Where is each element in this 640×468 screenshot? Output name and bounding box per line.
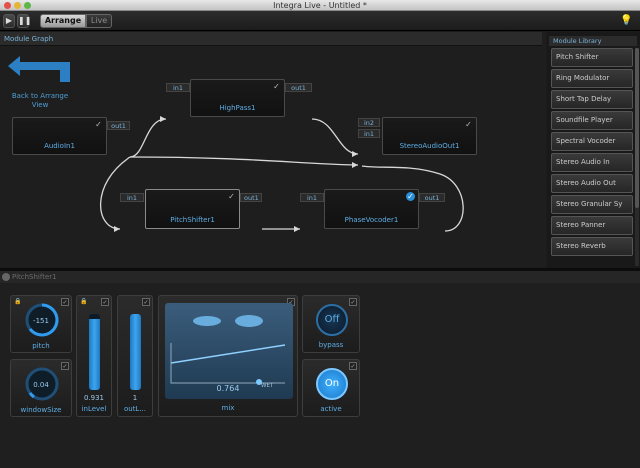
port-phase-out[interactable]: out1 — [419, 193, 445, 202]
pitch-value: -151 — [33, 317, 49, 325]
library-item[interactable]: Soundfile Player — [551, 111, 633, 130]
module-check-icon[interactable]: ✓ — [94, 120, 103, 129]
library-item[interactable]: Stereo Reverb — [551, 237, 633, 256]
module-name: PhaseVocoder1 — [344, 216, 399, 224]
port-phase-in[interactable]: in1 — [300, 193, 324, 202]
module-check-icon[interactable]: ✓ — [272, 82, 281, 91]
library-item[interactable]: Short Tap Delay — [551, 90, 633, 109]
play-button[interactable]: ▶ — [3, 14, 15, 28]
lightbulb-icon: 💡 — [620, 15, 633, 26]
windowsize-value: 0.04 — [33, 381, 49, 389]
widget-check-icon[interactable]: ✓ — [349, 298, 357, 306]
app-window: Integra Live - Untitled * ▶ ❚❚ Arrange L… — [0, 0, 640, 468]
mix-value: 0.764 — [216, 384, 240, 393]
port-highpass-out[interactable]: out1 — [285, 83, 312, 92]
lightbulb-button[interactable]: 💡 — [620, 15, 632, 27]
pause-button[interactable]: ❚❚ — [17, 14, 32, 28]
port-pitch-out[interactable]: out1 — [240, 193, 262, 202]
module-pitchshifter[interactable]: ✓ PitchShifter1 — [145, 189, 240, 229]
outlevel-fill — [130, 314, 141, 390]
collapse-icon[interactable] — [2, 273, 10, 281]
module-graph: Module Graph Back to Arrange View ✓ Audi… — [0, 32, 546, 268]
widget-check-icon[interactable]: ✓ — [61, 362, 69, 370]
module-check-icon[interactable]: ✓ — [464, 120, 473, 129]
port-stereo-in2[interactable]: in2 — [358, 118, 380, 127]
outlevel-slider[interactable] — [130, 314, 141, 390]
inlevel-label: inLevel — [81, 405, 107, 413]
library-item[interactable]: Pitch Shifter — [551, 48, 633, 67]
outlevel-label: outL... — [123, 405, 147, 413]
library-item[interactable]: Stereo Panner — [551, 216, 633, 235]
library-item[interactable]: Stereo Audio In — [551, 153, 633, 172]
module-library-header: Module Library — [549, 36, 637, 46]
module-name: HighPass1 — [219, 104, 256, 112]
port-audioin-out[interactable]: out1 — [107, 121, 130, 130]
inlevel-widget: 🔒 ✓ 0.931 inLevel — [76, 295, 112, 417]
arrange-view-button[interactable]: Arrange — [40, 14, 86, 28]
module-name: StereoAudioOut1 — [399, 142, 460, 150]
bypass-label: bypass — [318, 341, 344, 349]
library-item[interactable]: Stereo Audio Out — [551, 174, 633, 193]
port-pitch-in[interactable]: in1 — [120, 193, 144, 202]
active-widget: ✓ On active — [302, 359, 360, 417]
widget-check-icon[interactable]: ✓ — [101, 298, 109, 306]
toolbar: ▶ ❚❚ Arrange Live 💡 — [0, 11, 640, 31]
inlevel-slider[interactable] — [89, 314, 100, 390]
lock-icon[interactable]: 🔒 — [80, 298, 87, 305]
port-highpass-in[interactable]: in1 — [166, 83, 190, 92]
pitch-widget: 🔒 ✓ -151 pitch — [10, 295, 72, 353]
library-item[interactable]: Stereo Granular Sy — [551, 195, 633, 214]
module-stereoaudioout[interactable]: ✓ StereoAudioOut1 — [382, 117, 477, 155]
widget-check-icon[interactable]: ✓ — [142, 298, 150, 306]
inlevel-value: 0.931 — [83, 394, 105, 402]
windowsize-label: windowSize — [20, 406, 62, 414]
library-item[interactable]: Spectral Vocoder — [551, 132, 633, 151]
library-scrollbar[interactable] — [635, 48, 639, 266]
mix-widget: ✓ WET 0.764 mix — [158, 295, 298, 417]
module-audioin[interactable]: ✓ AudioIn1 — [12, 117, 107, 155]
module-phasevocoder[interactable]: ✓ PhaseVocoder1 — [324, 189, 419, 229]
pause-icon: ❚❚ — [18, 16, 32, 25]
outlevel-widget: ✓ 1 outL... — [117, 295, 153, 417]
library-item[interactable]: Ring Modulator — [551, 69, 633, 88]
bypass-widget: ✓ Off bypass — [302, 295, 360, 353]
title-bar: Integra Live - Untitled * — [0, 0, 640, 11]
play-icon: ▶ — [5, 16, 13, 25]
port-stereo-in1[interactable]: in1 — [358, 129, 380, 138]
module-check-icon[interactable]: ✓ — [227, 192, 236, 201]
window-title: Integra Live - Untitled * — [273, 1, 367, 10]
active-toggle[interactable]: On — [316, 368, 348, 400]
properties-title: PitchShifter1 — [12, 273, 57, 281]
module-library: Module Library Pitch Shifter Ring Modula… — [547, 32, 640, 268]
outlevel-value: 1 — [132, 394, 138, 402]
library-scroll-thumb[interactable] — [635, 48, 639, 208]
live-view-button[interactable]: Live — [86, 14, 112, 28]
widget-check-icon[interactable]: ✓ — [349, 362, 357, 370]
windowsize-widget: ✓ 0.04 windowSize — [10, 359, 72, 417]
bypass-toggle[interactable]: Off — [316, 304, 348, 336]
active-label: active — [320, 405, 342, 413]
module-graph-header: Module Graph — [0, 32, 542, 46]
mix-label: mix — [221, 404, 235, 412]
inlevel-fill — [89, 319, 100, 390]
properties-header: PitchShifter1 — [0, 271, 640, 283]
lock-icon[interactable]: 🔒 — [14, 298, 21, 305]
module-name: PitchShifter1 — [170, 216, 215, 224]
module-name: AudioIn1 — [44, 142, 75, 150]
module-highpass[interactable]: ✓ HighPass1 — [190, 79, 285, 117]
module-check-icon[interactable]: ✓ — [406, 192, 415, 201]
pitch-label: pitch — [32, 342, 50, 350]
properties-panel: PitchShifter1 🔒 ✓ -151 pitch ✓ 0.04 wind… — [0, 271, 640, 468]
widget-check-icon[interactable]: ✓ — [61, 298, 69, 306]
